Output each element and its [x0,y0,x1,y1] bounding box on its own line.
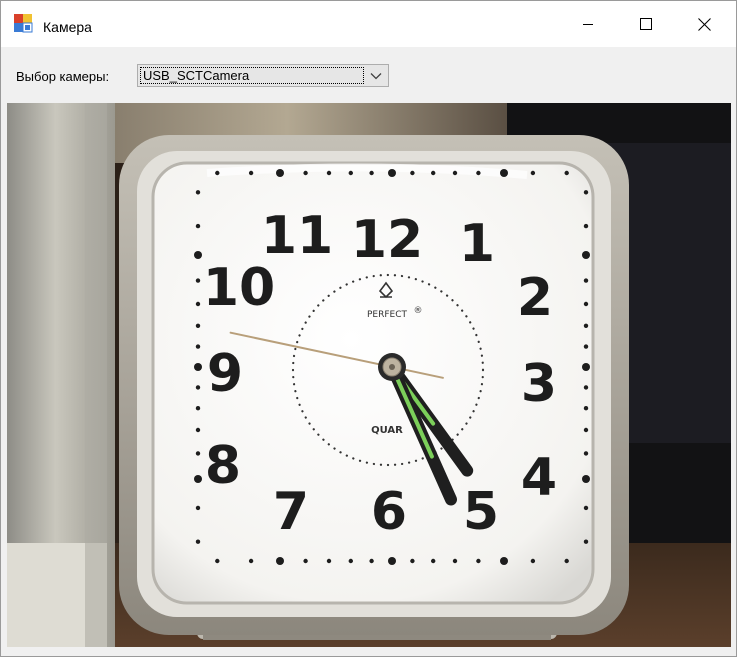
minute-tick [583,301,589,307]
minute-tick [564,170,569,176]
numeral-11: 11 [261,206,333,266]
camera-select-combobox[interactable]: USB_SCTCamera [137,64,389,87]
camera-select-value: USB_SCTCamera [140,67,364,84]
minute-tick [195,190,201,195]
minute-tick [500,169,508,177]
chevron-down-icon[interactable] [368,67,384,84]
minute-tick [195,451,201,456]
minute-tick [476,170,481,176]
numeral-10: 10 [203,258,275,318]
numeral-9: 9 [207,344,243,404]
minute-tick [452,170,458,176]
minute-tick [194,251,202,259]
numeral-12: 12 [351,210,423,270]
minute-tick [410,558,415,564]
form-icon [13,13,33,33]
maximize-button[interactable] [617,1,675,47]
minute-tick [530,170,536,176]
client-area: Выбор камеры: USB_SCTCamera 1 2 3 4 5 6 … [1,47,736,656]
minute-tick [583,385,589,390]
minute-tick [194,363,202,371]
minute-tick [195,301,201,307]
minute-tick [326,558,332,564]
dial-text: QUAR [371,425,403,436]
brand-text: PERFECT [367,310,408,320]
minute-tick [194,475,202,483]
minimize-button[interactable] [559,1,617,47]
minute-tick [276,169,284,177]
minute-tick [583,406,589,411]
minute-tick [195,406,201,411]
minute-tick [215,170,220,176]
minute-tick [195,278,201,283]
minute-tick [348,558,353,564]
maximize-icon [640,18,652,30]
minute-tick [303,170,308,176]
minute-tick [583,427,589,433]
close-button[interactable] [675,1,733,47]
minute-tick [452,558,458,564]
brand-registered: ® [414,306,423,316]
minute-tick [582,363,590,371]
camera-video-feed: 1 2 3 4 5 6 7 8 9 10 11 12 PERFECT ® QUA… [7,103,731,647]
window-title: Камера [43,19,92,35]
minute-tick [215,558,220,564]
title-bar[interactable]: Камера [1,1,736,47]
minute-tick [195,539,201,544]
minute-tick [583,451,589,456]
minute-tick [583,278,589,283]
minute-tick [431,558,436,564]
numeral-5: 5 [463,482,499,542]
minute-tick [348,170,353,176]
minute-tick [583,505,589,511]
numeral-1: 1 [459,214,495,274]
minimize-icon [583,24,593,25]
numeral-6: 6 [371,482,407,542]
minute-tick [583,344,589,349]
minute-tick [195,427,201,433]
numeral-2: 2 [517,268,553,328]
minute-tick [303,558,308,564]
close-icon [697,17,711,31]
minute-tick [431,170,436,176]
minute-tick [388,557,396,565]
camera-window: Камера Выбор камеры: USB_SCTCamera 1 2 3… [0,0,737,657]
minute-tick [195,323,201,328]
minute-tick [195,344,201,349]
minute-tick [583,539,589,544]
camera-select-label: Выбор камеры: [16,69,110,84]
numeral-4: 4 [521,448,557,508]
minute-tick [248,558,254,564]
minute-tick [583,223,589,229]
minute-tick [564,558,569,564]
minute-tick [369,558,374,564]
minute-tick [582,251,590,259]
minute-tick [195,505,201,511]
minute-tick [248,170,254,176]
minute-tick [410,170,415,176]
numeral-8: 8 [205,436,241,496]
minute-tick [276,557,284,565]
minute-tick [583,190,589,195]
minute-tick [369,170,374,176]
numeral-7: 7 [273,482,309,542]
minute-tick [530,558,536,564]
minute-tick [582,475,590,483]
numeral-3: 3 [521,354,557,414]
minute-tick [476,558,481,564]
minute-tick [195,223,201,229]
minute-tick [195,385,201,390]
minute-tick [326,170,332,176]
minute-tick [583,323,589,328]
minute-tick [388,169,396,177]
minute-tick [500,557,508,565]
